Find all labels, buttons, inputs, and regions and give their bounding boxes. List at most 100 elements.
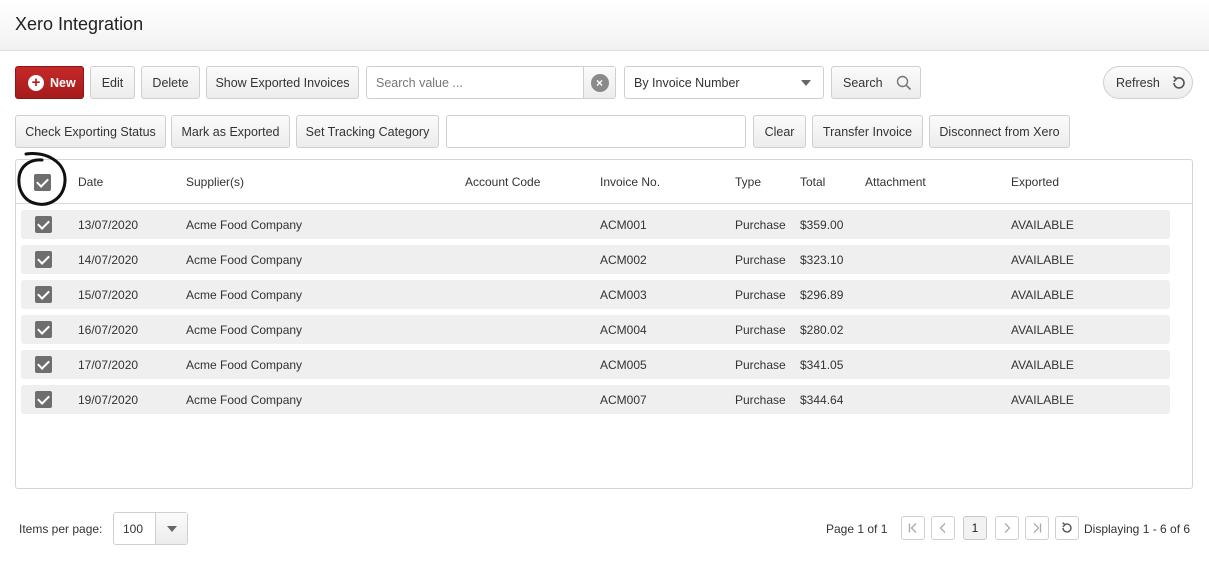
page-title: Xero Integration — [15, 14, 144, 34]
cell-total: $341.05 — [800, 358, 844, 372]
cell-date: 13/07/2020 — [78, 218, 139, 232]
displaying-count: Displaying 1 - 6 of 6 — [1084, 522, 1191, 536]
cell-exported: AVAILABLE — [1011, 288, 1074, 302]
check-exporting-status-button[interactable]: Check Exporting Status — [15, 115, 166, 148]
cell-exported: AVAILABLE — [1011, 358, 1074, 372]
cell-total: $296.89 — [800, 288, 844, 302]
search-input-placeholder: Search value ... — [376, 76, 463, 90]
page-info: Page 1 of 1 — [826, 522, 888, 536]
tracking-category-field[interactable] — [446, 115, 746, 148]
cell-supplier: Acme Food Company — [186, 218, 303, 232]
search-input[interactable]: Search value ... × — [366, 66, 616, 99]
last-page-button[interactable] — [1025, 516, 1049, 540]
search-icon — [896, 75, 911, 90]
cell-total: $344.64 — [800, 393, 844, 407]
table-header: Date Supplier(s) Account Code Invoice No… — [16, 160, 1192, 204]
page-header: Xero Integration — [0, 0, 1209, 51]
refresh-icon — [1062, 522, 1072, 533]
cell-supplier: Acme Food Company — [186, 393, 303, 407]
next-page-icon — [1004, 523, 1011, 533]
last-page-icon — [1033, 523, 1042, 533]
items-per-page-label: Items per page: — [19, 522, 103, 536]
chevron-down-icon[interactable] — [155, 513, 187, 544]
cell-type: Purchase — [735, 253, 786, 267]
search-by-select[interactable]: By Invoice Number — [624, 66, 824, 99]
search-button[interactable]: Search — [831, 66, 921, 99]
table-row[interactable]: 14/07/2020 Acme Food Company ACM002 Purc… — [21, 245, 1170, 274]
cell-supplier: Acme Food Company — [186, 358, 303, 372]
cell-date: 16/07/2020 — [78, 323, 139, 337]
column-header-attachment[interactable]: Attachment — [865, 175, 926, 189]
table-row[interactable]: 19/07/2020 Acme Food Company ACM007 Purc… — [21, 385, 1170, 414]
column-header-account-code[interactable]: Account Code — [465, 175, 540, 189]
mark-as-exported-button[interactable]: Mark as Exported — [171, 115, 290, 148]
refresh-grid-button[interactable] — [1055, 516, 1079, 540]
edit-button[interactable]: Edit — [90, 66, 135, 99]
row-checkbox[interactable] — [35, 356, 52, 373]
delete-button[interactable]: Delete — [141, 66, 200, 99]
column-header-date[interactable]: Date — [78, 175, 103, 189]
transfer-invoice-button[interactable]: Transfer Invoice — [812, 115, 923, 148]
new-button-label: New — [50, 75, 76, 90]
cell-type: Purchase — [735, 323, 786, 337]
page-number-button[interactable]: 1 — [963, 516, 987, 540]
invoice-table: Date Supplier(s) Account Code Invoice No… — [15, 159, 1193, 489]
table-row[interactable]: 16/07/2020 Acme Food Company ACM004 Purc… — [21, 315, 1170, 344]
cell-invoice-no: ACM002 — [600, 253, 647, 267]
cell-supplier: Acme Food Company — [186, 253, 303, 267]
cell-invoice-no: ACM003 — [600, 288, 647, 302]
cell-invoice-no: ACM001 — [600, 218, 647, 232]
clear-search-button[interactable]: × — [583, 67, 615, 98]
plus-circle-icon: + — [28, 74, 44, 91]
refresh-icon — [1172, 75, 1185, 89]
clear-button[interactable]: Clear — [753, 115, 806, 148]
cell-supplier: Acme Food Company — [186, 323, 303, 337]
cell-invoice-no: ACM004 — [600, 323, 647, 337]
column-header-invoice-no[interactable]: Invoice No. — [600, 175, 660, 189]
annotation-circle — [17, 152, 67, 206]
cell-date: 14/07/2020 — [78, 253, 139, 267]
refresh-button[interactable]: Refresh — [1103, 66, 1193, 99]
cell-invoice-no: ACM005 — [600, 358, 647, 372]
refresh-button-label: Refresh — [1116, 75, 1160, 90]
first-page-button[interactable] — [901, 516, 925, 540]
cell-exported: AVAILABLE — [1011, 323, 1074, 337]
search-button-label: Search — [843, 75, 883, 90]
cell-date: 17/07/2020 — [78, 358, 139, 372]
prev-page-button[interactable] — [931, 516, 955, 540]
new-button[interactable]: + New — [15, 66, 84, 99]
cell-date: 15/07/2020 — [78, 288, 139, 302]
set-tracking-category-button[interactable]: Set Tracking Category — [296, 115, 439, 148]
row-checkbox[interactable] — [35, 321, 52, 338]
next-page-button[interactable] — [995, 516, 1019, 540]
column-header-exported[interactable]: Exported — [1011, 175, 1059, 189]
row-checkbox[interactable] — [35, 286, 52, 303]
row-checkbox[interactable] — [35, 391, 52, 408]
row-checkbox[interactable] — [35, 251, 52, 268]
first-page-icon — [908, 523, 917, 533]
cell-type: Purchase — [735, 393, 786, 407]
cell-total: $359.00 — [800, 218, 844, 232]
items-per-page-select[interactable]: 100 — [113, 512, 188, 545]
chevron-down-icon — [801, 80, 811, 86]
table-row[interactable]: 15/07/2020 Acme Food Company ACM003 Purc… — [21, 280, 1170, 309]
items-per-page-value: 100 — [123, 522, 144, 536]
column-header-total[interactable]: Total — [800, 175, 825, 189]
cell-total: $280.02 — [800, 323, 844, 337]
cell-invoice-no: ACM007 — [600, 393, 647, 407]
disconnect-from-xero-button[interactable]: Disconnect from Xero — [929, 115, 1070, 148]
row-checkbox[interactable] — [35, 216, 52, 233]
table-row[interactable]: 13/07/2020 Acme Food Company ACM001 Purc… — [21, 210, 1170, 239]
prev-page-icon — [939, 523, 946, 533]
column-header-supplier[interactable]: Supplier(s) — [186, 175, 244, 189]
cell-type: Purchase — [735, 358, 786, 372]
cell-type: Purchase — [735, 288, 786, 302]
cell-type: Purchase — [735, 218, 786, 232]
table-row[interactable]: 17/07/2020 Acme Food Company ACM005 Purc… — [21, 350, 1170, 379]
column-header-type[interactable]: Type — [735, 175, 761, 189]
cell-date: 19/07/2020 — [78, 393, 139, 407]
cell-exported: AVAILABLE — [1011, 393, 1074, 407]
cell-exported: AVAILABLE — [1011, 253, 1074, 267]
search-by-value: By Invoice Number — [634, 75, 740, 90]
show-exported-invoices-button[interactable]: Show Exported Invoices — [206, 66, 359, 99]
